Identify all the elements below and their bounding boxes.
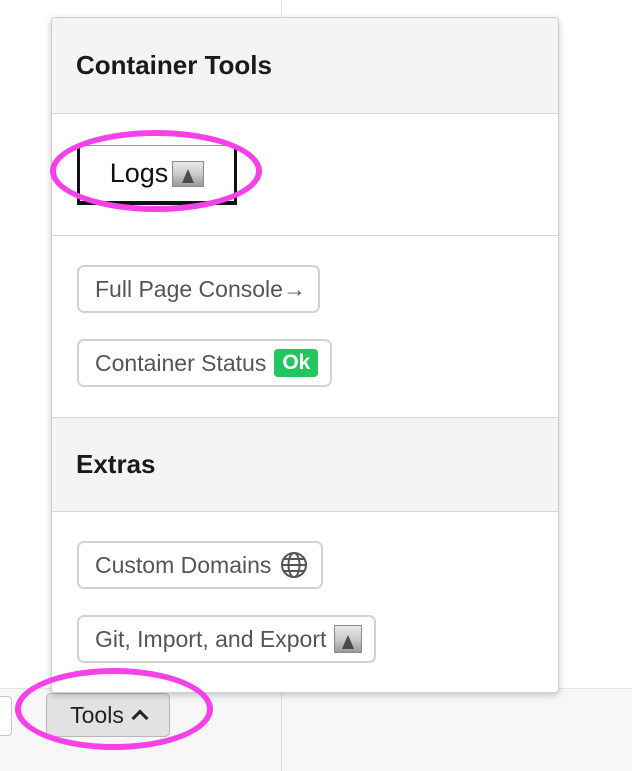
custom-domains-button[interactable]: Custom Domains (77, 541, 324, 589)
logs-label: Logs (109, 158, 169, 188)
tools-dropdown-panel: Container Tools Logs Full Page Console→ … (51, 17, 559, 693)
chevron-up-icon (131, 709, 149, 727)
tools-button[interactable]: Tools (46, 693, 170, 737)
section-header-extras: Extras (52, 417, 558, 512)
section-divider (52, 235, 558, 236)
container-tools-heading: Container Tools (76, 50, 272, 80)
toolbar-button-partial[interactable] (0, 696, 12, 736)
extras-heading: Extras (76, 449, 156, 479)
logs-button[interactable]: Logs (77, 145, 237, 205)
container-status-button[interactable]: Container Status Ok (77, 339, 333, 387)
container-status-label: Container Status (95, 349, 267, 376)
git-import-export-button[interactable]: Git, Import, and Export (77, 615, 377, 663)
section-header-container-tools: Container Tools (52, 18, 558, 114)
git-import-export-label: Git, Import, and Export (95, 625, 327, 652)
full-page-console-button[interactable]: Full Page Console→ (77, 265, 320, 313)
image-icon (334, 625, 363, 653)
image-icon (172, 160, 205, 187)
toolbar-divider (281, 689, 282, 771)
tools-label: Tools (70, 701, 124, 728)
custom-domains-label: Custom Domains (95, 551, 272, 578)
full-page-console-label: Full Page Console→ (95, 275, 306, 302)
globe-icon (281, 552, 308, 578)
status-badge: Ok (274, 349, 319, 377)
